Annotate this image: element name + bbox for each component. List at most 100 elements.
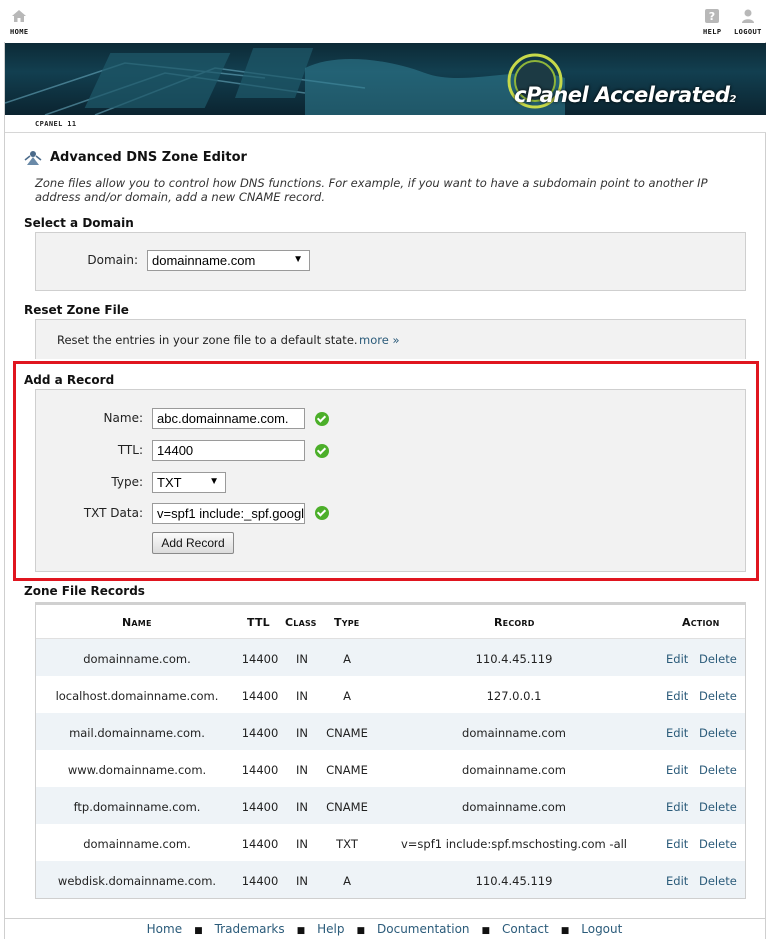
chevron-down-icon: ▼ xyxy=(209,476,219,487)
record-name: ftp.domainname.com. xyxy=(73,800,201,814)
table-row: ftp.domainname.com. 14400 IN CNAME domai… xyxy=(36,787,745,824)
record-type: TXT xyxy=(336,837,358,851)
column-header-name: Name xyxy=(122,616,152,629)
home-nav-button[interactable]: HOME xyxy=(10,8,28,36)
edit-link[interactable]: Edit xyxy=(666,763,688,777)
help-icon: ? xyxy=(705,9,720,23)
home-nav-label: HOME xyxy=(10,28,29,36)
record-ttl: 14400 xyxy=(241,726,279,740)
type-select-value: TXT xyxy=(157,475,182,490)
record-ttl: 14400 xyxy=(241,800,279,814)
svg-text:?: ? xyxy=(709,10,715,23)
intro-text: Zone files allow you to control how DNS … xyxy=(35,176,708,204)
user-icon xyxy=(741,9,754,23)
footer-link-help[interactable]: Help xyxy=(317,922,344,936)
record-value: 110.4.45.119 xyxy=(475,652,553,666)
footer-divider xyxy=(5,918,766,919)
help-nav-button[interactable]: ? HELP xyxy=(703,8,721,36)
logout-nav-label: LOGOUT xyxy=(734,28,762,36)
reset-zone-panel: Reset the entries in your zone file to a… xyxy=(35,319,746,359)
zone-records-table: Name TTL Class Type Record Action domain… xyxy=(35,602,746,899)
footer-link-trademarks[interactable]: Trademarks xyxy=(215,922,285,936)
dns-zone-icon xyxy=(24,151,42,165)
record-class: IN xyxy=(296,874,308,888)
delete-link[interactable]: Delete xyxy=(699,726,737,740)
record-value: v=spf1 include:spf.mschosting.com -all xyxy=(400,837,628,851)
type-select[interactable]: TXT ▼ xyxy=(152,472,226,493)
record-name: localhost.domainname.com. xyxy=(55,689,219,703)
edit-link[interactable]: Edit xyxy=(666,652,688,666)
reset-zone-heading: Reset Zone File xyxy=(24,303,129,317)
top-nav: HOME ? HELP LOGOUT xyxy=(0,0,769,42)
record-type: A xyxy=(343,652,351,666)
page-title: Advanced DNS Zone Editor xyxy=(24,148,247,166)
help-nav-label: HELP xyxy=(703,28,722,36)
table-row: mail.domainname.com. 14400 IN CNAME doma… xyxy=(36,713,745,750)
footer-link-home[interactable]: Home xyxy=(147,922,182,936)
reset-zone-text: Reset the entries in your zone file to a… xyxy=(57,333,358,347)
txt-data-input[interactable]: v=spf1 include:_spf.google xyxy=(152,503,305,524)
ttl-input[interactable]: 14400 xyxy=(152,440,305,461)
page-title-text: Advanced DNS Zone Editor xyxy=(50,149,247,165)
domain-label: Domain: xyxy=(87,253,138,267)
record-ttl: 14400 xyxy=(241,689,279,703)
column-header-class: Class xyxy=(285,616,317,629)
edit-link[interactable]: Edit xyxy=(666,874,688,888)
edit-link[interactable]: Edit xyxy=(666,837,688,851)
record-type: CNAME xyxy=(326,800,368,814)
record-value: domainname.com xyxy=(462,763,566,777)
select-domain-heading: Select a Domain xyxy=(24,216,134,230)
record-name: domainname.com. xyxy=(83,837,191,851)
record-value: 127.0.0.1 xyxy=(486,689,542,703)
type-label: Type: xyxy=(111,475,143,489)
record-name: domainname.com. xyxy=(83,652,191,666)
footer-link-documentation[interactable]: Documentation xyxy=(377,922,470,936)
record-class: IN xyxy=(296,800,308,814)
footer-link-logout[interactable]: Logout xyxy=(581,922,622,936)
record-name: webdisk.domainname.com. xyxy=(57,874,217,888)
zone-records-heading: Zone File Records xyxy=(24,584,145,598)
delete-link[interactable]: Delete xyxy=(699,652,737,666)
footer-link-contact[interactable]: Contact xyxy=(502,922,549,936)
edit-link[interactable]: Edit xyxy=(666,689,688,703)
record-class: IN xyxy=(296,652,308,666)
domain-select-value: domainname.com xyxy=(152,253,256,268)
footer-separator: ■ xyxy=(481,926,491,936)
column-header-record: Record xyxy=(494,616,535,629)
record-value: domainname.com xyxy=(462,800,566,814)
record-ttl: 14400 xyxy=(241,652,279,666)
add-record-button[interactable]: Add Record xyxy=(152,532,234,554)
logout-nav-button[interactable]: LOGOUT xyxy=(734,8,762,36)
edit-link[interactable]: Edit xyxy=(666,726,688,740)
ttl-label: TTL: xyxy=(117,443,143,457)
name-label: Name: xyxy=(103,411,143,425)
version-label: CPANEL 11 xyxy=(35,120,77,128)
table-row: domainname.com. 14400 IN TXT v=spf1 incl… xyxy=(36,824,745,861)
delete-link[interactable]: Delete xyxy=(699,874,737,888)
table-row: webdisk.domainname.com. 14400 IN A 110.4… xyxy=(36,861,745,898)
table-row: domainname.com. 14400 IN A 110.4.45.119 … xyxy=(36,639,745,676)
delete-link[interactable]: Delete xyxy=(699,800,737,814)
record-type: A xyxy=(343,689,351,703)
select-domain-panel: Domain: domainname.com ▼ xyxy=(35,232,746,291)
delete-link[interactable]: Delete xyxy=(699,689,737,703)
delete-link[interactable]: Delete xyxy=(699,763,737,777)
chevron-down-icon: ▼ xyxy=(293,254,303,265)
delete-link[interactable]: Delete xyxy=(699,837,737,851)
domain-select[interactable]: domainname.com ▼ xyxy=(147,250,310,271)
brand-text: Panel Accelerated xyxy=(526,83,730,107)
name-input[interactable]: abc.domainname.com. xyxy=(152,408,305,429)
txt-data-valid-check-icon xyxy=(315,506,329,520)
add-record-panel: Name: abc.domainname.com. TTL: 14400 Typ… xyxy=(35,389,746,572)
home-icon xyxy=(12,10,27,22)
footer: Home ■ Trademarks ■ Help ■ Documentation ■ Conta… xyxy=(0,922,769,936)
column-header-type: Type xyxy=(334,616,360,629)
column-header-action: Action xyxy=(682,616,720,629)
edit-link[interactable]: Edit xyxy=(666,800,688,814)
footer-separator: ■ xyxy=(356,926,366,936)
reset-more-link[interactable]: more » xyxy=(359,333,399,347)
txt-data-label: TXT Data: xyxy=(83,506,143,520)
record-type: CNAME xyxy=(326,726,368,740)
add-record-heading: Add a Record xyxy=(24,373,115,387)
record-name: www.domainname.com. xyxy=(67,763,207,777)
